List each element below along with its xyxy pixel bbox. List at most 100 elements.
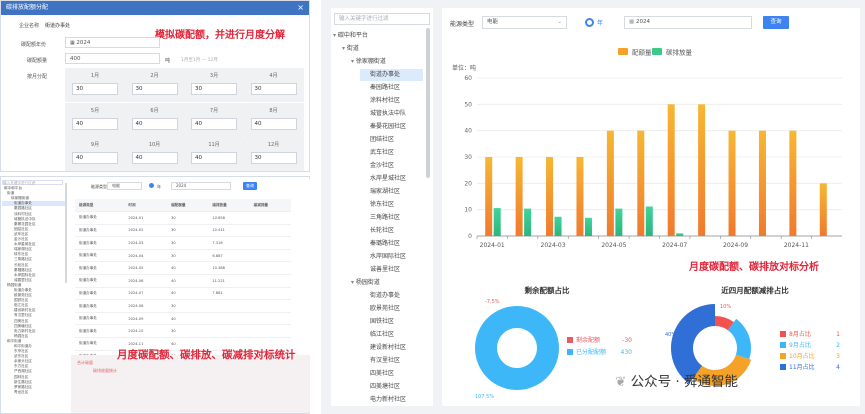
tree-item[interactable]: 武车社区: [360, 147, 423, 159]
table-header: 能源类型 时间 碳配额量 碳排放量 碳减排量: [75, 199, 291, 213]
tree-item[interactable]: 诚善里社区: [360, 264, 423, 276]
tree-item[interactable]: 城管执法中队: [360, 108, 423, 120]
tree-item[interactable]: 电力新村社区: [360, 394, 423, 406]
quota-input[interactable]: 400: [65, 53, 160, 64]
mini-energy-select[interactable]: 电能: [107, 182, 142, 190]
month-quota-input[interactable]: 40: [250, 117, 297, 130]
month-label: 6月: [150, 107, 159, 114]
bar-emission: [493, 208, 501, 236]
date-value: 2024: [635, 19, 650, 25]
table-row: 街道办事处 2024-02 30 10.411: [75, 224, 291, 238]
table-row: 街道办事处 2024-04 30 6.887: [75, 249, 291, 263]
energy-type-select[interactable]: 电能 ⌄: [482, 16, 567, 29]
table-cell: [208, 312, 250, 326]
month-quota-input[interactable]: 30: [72, 83, 118, 95]
month-quota-input[interactable]: 30: [250, 152, 297, 164]
tree-search-input[interactable]: 输入关键字进行过滤: [334, 13, 430, 25]
month-quota-input[interactable]: 30: [250, 83, 297, 95]
tree-item[interactable]: 欧景苑社区: [360, 303, 423, 315]
caption-stat: 月度碳配额、碳排放、碳减排对标统计: [117, 349, 296, 361]
month-quota-input[interactable]: 40: [72, 152, 118, 164]
table-cell: [249, 224, 291, 238]
tree-item[interactable]: 长轮社区: [360, 225, 423, 237]
month-quota-input[interactable]: 40: [191, 117, 237, 130]
bar-quota: [515, 157, 523, 236]
month-quota-input[interactable]: 30: [191, 83, 237, 95]
tree-item-label: 涂料村社区: [370, 97, 401, 104]
bar-quota: [485, 157, 493, 236]
year-picker[interactable]: ▦ 2024: [65, 37, 160, 48]
date-picker[interactable]: ▦ 2024: [624, 16, 752, 29]
y-tick-label: 20: [464, 180, 472, 187]
mini-date-value: 2024: [176, 183, 187, 188]
year-radio[interactable]: [585, 18, 594, 27]
legend-label: 9月占比: [789, 341, 811, 349]
table-cell: 2024-05: [124, 261, 168, 276]
table-cell: 30: [167, 249, 209, 263]
x-tick-label: 2024-01: [480, 242, 505, 249]
tree-item[interactable]: 三角路社区: [360, 212, 423, 224]
bar-quota: [546, 157, 554, 236]
tree-item[interactable]: ▾ 徐家棚街道: [351, 56, 423, 68]
dialog-title: 碳排放配额分配: [6, 4, 49, 11]
table-cell: 2024-07: [124, 287, 168, 301]
mini-date-picker[interactable]: 2024: [171, 182, 231, 190]
month-quota-input[interactable]: 40: [131, 152, 178, 164]
column-header: 时间: [124, 199, 168, 213]
tree-item[interactable]: 金沙社区: [360, 160, 423, 172]
tree-item[interactable]: 团结社区: [360, 134, 423, 146]
tree-item[interactable]: 街道办事处: [360, 290, 423, 302]
month-quota-input[interactable]: 40: [72, 117, 118, 130]
close-icon[interactable]: ×: [297, 1, 304, 15]
table-cell: 7.881: [208, 287, 250, 301]
mini-org-tree[interactable]: 输入关键字进行过滤 碳中和平台 街道 徐家棚街道 街道办事处 秦园路社区 涂料村社区 城管执…: [2, 180, 65, 412]
tree-item[interactable]: 建设新村社区: [360, 342, 423, 354]
mini-radio-icon[interactable]: [149, 183, 154, 188]
table-cell: 2024-04: [124, 249, 168, 263]
tree-item[interactable]: 涂料村社区: [360, 95, 423, 107]
tree-item[interactable]: ▾ 街道: [342, 43, 423, 55]
mini-query-button[interactable]: 查询: [243, 182, 257, 190]
legend-value: 3: [836, 353, 840, 360]
tree-scrollbar[interactable]: [426, 28, 430, 178]
table-row: 街道办事处 2024-09 40: [75, 312, 291, 326]
table-cell: 2024-03: [124, 236, 168, 250]
tree-item[interactable]: 秦晏花园社区: [360, 121, 423, 133]
month-quota-input[interactable]: 40: [131, 117, 178, 130]
table-row: 街道办事处 2024-05 40 10.388: [75, 261, 291, 276]
month-cell: 5月 40: [65, 102, 125, 137]
tree-item[interactable]: 瑞家湖社区: [360, 186, 423, 198]
query-button[interactable]: 查询: [763, 16, 789, 29]
tree-item[interactable]: 四美社区: [360, 368, 423, 380]
legend-swatch: [780, 342, 786, 348]
y-axis-unit: 单位：吨: [452, 64, 476, 72]
tree-item-label: 四美社区: [370, 370, 395, 377]
tree-item-label: 秦晏花园社区: [370, 123, 407, 130]
tree-item[interactable]: 徐东社区: [360, 199, 423, 211]
tree-item[interactable]: ▾ 杨园街道: [351, 277, 423, 289]
month-quota-input[interactable]: 30: [131, 83, 178, 95]
month-label: 4月: [269, 73, 278, 79]
tree-item[interactable]: 有汉里社区: [360, 355, 423, 367]
x-tick-label: 2024-03: [541, 242, 566, 249]
mini-search-input[interactable]: 输入关键字进行过滤: [2, 180, 63, 186]
tree-item[interactable]: 水岸国际社区: [360, 251, 423, 263]
month-quota-input[interactable]: 40: [191, 152, 237, 164]
mini-tree-item[interactable]: 青龙社区: [2, 390, 65, 395]
tree-item[interactable]: 秦园路社区: [360, 82, 423, 94]
tree-item[interactable]: 国铁社区: [360, 316, 423, 328]
bar-emission: [645, 206, 653, 236]
tree-item[interactable]: 街道办事处: [360, 69, 423, 81]
tree-item[interactable]: 四美塘社区: [360, 381, 423, 393]
month-cell: 4月 30: [243, 68, 304, 102]
y-tick-label: 60: [464, 75, 472, 82]
tree-item[interactable]: 秦璐路社区: [360, 238, 423, 250]
table-cell: 街道办事处: [75, 312, 125, 326]
month-cell: 8月 40: [243, 102, 304, 137]
quota-allocation-dialog: 碳排放配额分配 × 企业名称 街道办事处 模拟碳配额，并进行月度分解 碳配额年份…: [0, 0, 310, 172]
tree-item[interactable]: 水岸星城社区: [360, 173, 423, 185]
mini-tree-scrollbar[interactable]: [65, 183, 67, 283]
bar-emission: [554, 216, 562, 236]
tree-item[interactable]: ▾ 碳中和平台: [333, 30, 423, 42]
tree-item[interactable]: 临江社区: [360, 329, 423, 341]
